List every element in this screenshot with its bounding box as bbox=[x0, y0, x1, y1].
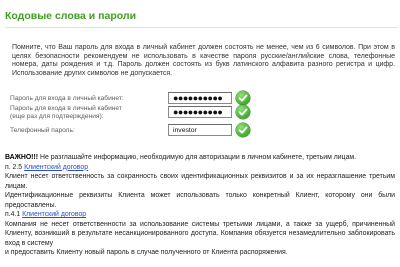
warning-block: ВАЖНО!!! Не разглашайте информацию, необ… bbox=[5, 153, 395, 258]
check-icon bbox=[236, 123, 250, 137]
liability-text: Компания не несет ответственности за исп… bbox=[5, 220, 395, 247]
reference-prefix: п. 2.5 bbox=[5, 163, 25, 171]
password-row: Пароль для входа в личный кабинет: bbox=[0, 91, 400, 106]
phone-password-label: Телефонный пароль: bbox=[10, 127, 75, 134]
check-icon bbox=[236, 105, 250, 119]
phone-password-row: Телефонный пароль: bbox=[0, 123, 400, 138]
password-confirm-label: Пароль для входа в личный кабинет (еще р… bbox=[10, 105, 122, 121]
warning-paragraph: ВАЖНО!!! Не разглашайте информацию, необ… bbox=[5, 153, 395, 163]
password-label: Пароль для входа в личный кабинет: bbox=[10, 95, 124, 102]
phone-password-input[interactable] bbox=[168, 124, 232, 136]
password-confirm-input[interactable] bbox=[168, 106, 232, 118]
new-password-text: и предоставить Клиенту новый пароль в сл… bbox=[5, 249, 288, 256]
password-input[interactable] bbox=[168, 92, 232, 104]
credentials-usage-text: Идентификационные реквизиты Клиента може… bbox=[5, 192, 395, 209]
title-divider bbox=[5, 27, 398, 28]
password-confirm-label-line1: Пароль для входа в личный кабинет bbox=[10, 105, 122, 112]
password-confirm-label-line2: (еще раз для подтверждения): bbox=[10, 112, 104, 120]
contract-reference-2: п.4.1 Клиентский договор bbox=[5, 210, 395, 220]
reference-prefix: п.4.1 bbox=[5, 211, 23, 218]
client-contract-link[interactable]: Клиентский договор bbox=[22, 211, 86, 218]
password-confirm-row: Пароль для входа в личный кабинет (еще р… bbox=[0, 105, 400, 123]
page-title: Кодовые слова и пароли bbox=[5, 10, 137, 22]
client-contract-link[interactable]: Клиентский договор bbox=[24, 164, 88, 171]
responsibility-text: Клиент несет ответственность за сохранно… bbox=[5, 173, 395, 190]
check-icon bbox=[236, 91, 250, 105]
warning-strong: ВАЖНО!!! bbox=[5, 154, 39, 161]
contract-reference-1: п. 2.5 Клиентский договор bbox=[5, 163, 395, 173]
warning-text: Не разглашайте информацию, необходимую д… bbox=[38, 154, 357, 161]
intro-text: Помните, что Ваш пароль для входа в личн… bbox=[12, 44, 395, 77]
